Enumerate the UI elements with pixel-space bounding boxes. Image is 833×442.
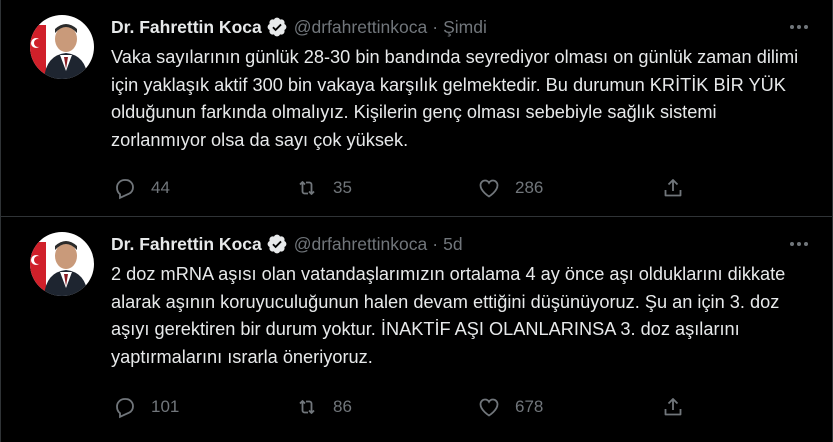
tweet[interactable]: Dr. Fahrettin Koca @drfahrettinkoca · Şi… [1,0,832,217]
more-options-icon[interactable] [786,16,812,38]
author-name[interactable]: Dr. Fahrettin Koca [111,17,262,38]
author-handle[interactable]: @drfahrettinkoca [294,234,428,255]
like-button[interactable]: 678 [475,393,657,421]
retweet-button[interactable]: 35 [293,174,475,202]
tweet-actions: 101 86 678 [111,393,711,421]
retweet-button[interactable]: 86 [293,393,475,421]
separator-dot: · [432,16,439,37]
like-button[interactable]: 286 [475,174,657,202]
tweet-content: Dr. Fahrettin Koca @drfahrettinkoca · Şi… [111,14,812,154]
retweet-icon [293,393,321,421]
reply-icon [111,393,139,421]
reply-icon [111,174,139,202]
tweet-timestamp[interactable]: Şimdi [443,17,487,38]
like-icon [475,393,503,421]
verified-badge-icon [266,233,288,255]
tweet-content: Dr. Fahrettin Koca @drfahrettinkoca · 5d [111,231,812,371]
author-name[interactable]: Dr. Fahrettin Koca [111,234,262,255]
separator-dot: · [432,233,439,254]
verified-badge-icon [266,16,288,38]
reply-count: 44 [151,178,170,197]
like-count: 678 [515,397,544,416]
tweet-actions: 44 35 286 [111,174,711,202]
like-icon [475,174,503,202]
retweet-icon [293,174,321,202]
reply-button[interactable]: 44 [111,174,293,202]
like-count: 286 [515,178,544,197]
avatar[interactable] [30,232,94,296]
reply-count: 101 [151,397,180,416]
tweet[interactable]: Dr. Fahrettin Koca @drfahrettinkoca · 5d [1,217,832,442]
tweet-feed: Dr. Fahrettin Koca @drfahrettinkoca · Şi… [0,0,833,442]
tweet-timestamp[interactable]: 5d [443,234,462,255]
retweet-count: 35 [333,178,352,197]
avatar[interactable] [30,15,94,79]
tweet-text: Vaka sayılarının günlük 28-30 bin bandın… [111,47,799,150]
reply-button[interactable]: 101 [111,393,293,421]
tweet-header: Dr. Fahrettin Koca @drfahrettinkoca · 5d [111,231,812,257]
retweet-count: 86 [333,397,352,416]
share-icon [659,393,687,421]
tweet-header: Dr. Fahrettin Koca @drfahrettinkoca · Şi… [111,14,812,40]
share-icon [659,174,687,202]
more-options-icon[interactable] [786,233,812,255]
tweet-text: 2 doz mRNA aşısı olan vatandaşlarımızın … [111,264,786,367]
author-handle[interactable]: @drfahrettinkoca [294,17,428,38]
share-button[interactable] [659,174,699,202]
share-button[interactable] [659,393,699,421]
